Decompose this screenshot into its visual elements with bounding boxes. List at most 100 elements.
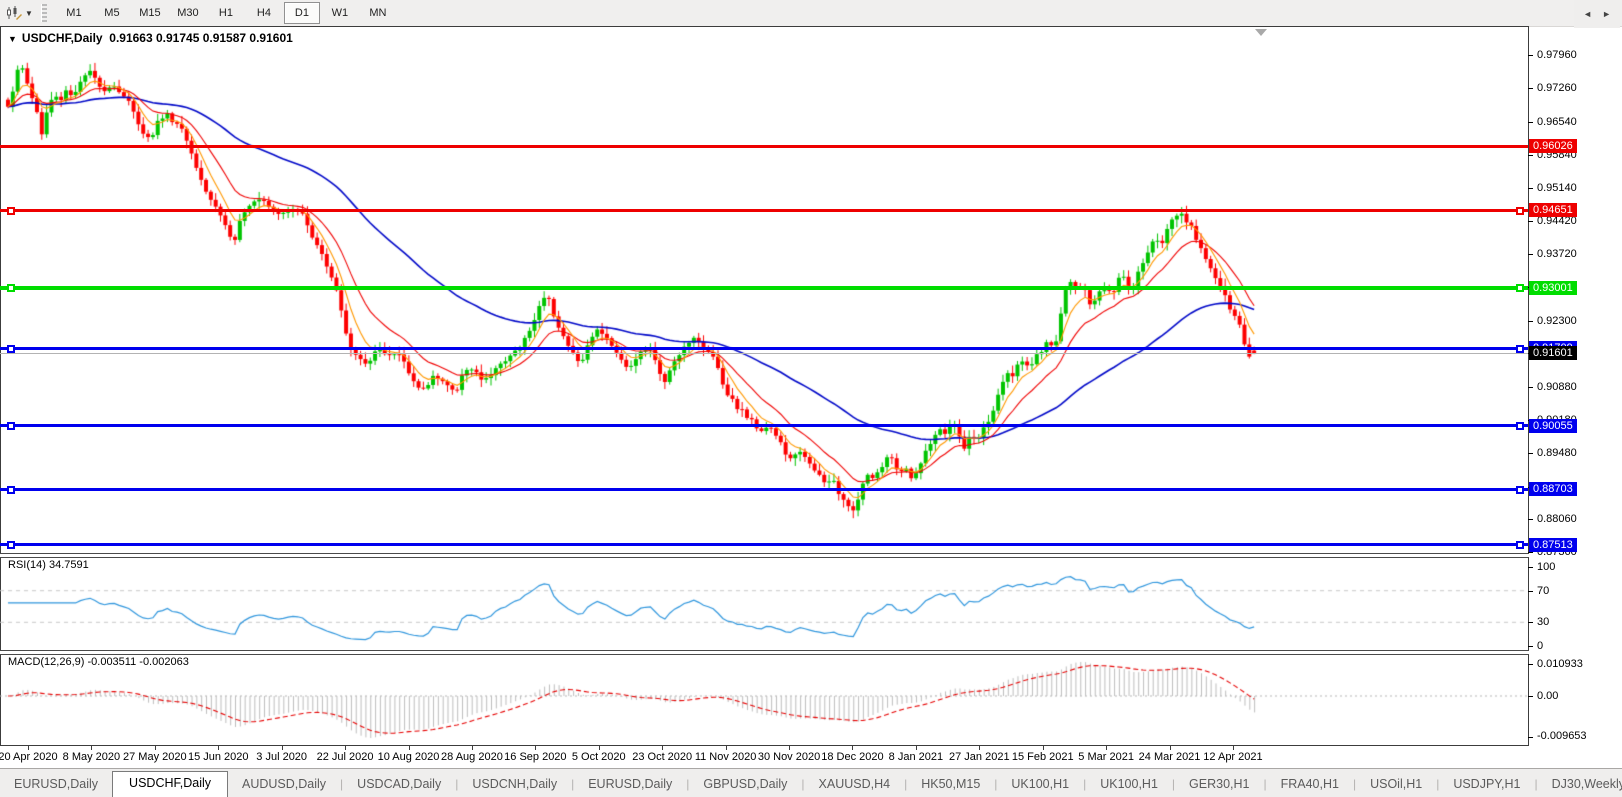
timeframe-button-m15[interactable]: M15: [132, 2, 168, 24]
price-level-line[interactable]: [0, 488, 1528, 491]
tab-usdcad-daily[interactable]: USDCAD,Daily: [343, 773, 455, 797]
chart-tool-dropdown-icon[interactable]: ▼: [25, 9, 33, 18]
level-handle-right[interactable]: [1516, 486, 1524, 494]
level-handle-left[interactable]: [7, 284, 15, 292]
price-level-line[interactable]: [0, 543, 1528, 546]
macd-axis-label: 0.00: [1537, 690, 1558, 702]
price-level-badge: 0.87513: [1529, 538, 1577, 552]
timeframe-button-h1[interactable]: H1: [208, 2, 244, 24]
timeframe-button-m30[interactable]: M30: [170, 2, 206, 24]
trading-terminal: ▼ M1M5M15M30H1H4D1W1MN ▼USDCHF,Daily 0.9…: [0, 0, 1622, 796]
rsi-axis-label: 100: [1537, 561, 1555, 573]
rsi-axis-label: 0: [1537, 640, 1543, 652]
level-handle-right[interactable]: [1516, 345, 1524, 353]
tab-xauusd-h4[interactable]: XAUUSD,H4: [805, 773, 905, 797]
price-level-line[interactable]: [0, 424, 1528, 427]
tab-usdchf-daily[interactable]: USDCHF,Daily: [112, 771, 228, 797]
time-axis-tick: [852, 746, 853, 750]
time-axis-tick: [1233, 746, 1234, 750]
tab-eurusd-daily[interactable]: EURUSD,Daily: [574, 773, 686, 797]
timeframe-button-d1[interactable]: D1: [284, 2, 320, 24]
level-handle-right[interactable]: [1516, 284, 1524, 292]
price-level-badge: 0.94651: [1529, 203, 1577, 217]
time-axis-tick: [726, 746, 727, 750]
level-handle-right[interactable]: [1516, 422, 1524, 430]
rsi-axis-label: 30: [1537, 616, 1549, 628]
level-handle-left[interactable]: [7, 345, 15, 353]
price-axis-tick: [1528, 453, 1533, 454]
tab-uk100-h1[interactable]: UK100,H1: [997, 773, 1083, 797]
candlestick-chart-canvas[interactable]: [0, 27, 1528, 746]
price-level-line[interactable]: [0, 286, 1528, 290]
rsi-axis-tick: [1528, 567, 1533, 568]
time-axis[interactable]: 20 Apr 20208 May 202027 May 202015 Jun 2…: [0, 746, 1622, 768]
macd-signal-value: -0.002063: [139, 656, 189, 668]
tab-eurusd-daily[interactable]: EURUSD,Daily: [0, 773, 112, 797]
time-axis-tick: [472, 746, 473, 750]
chart-shift-marker-icon[interactable]: [1255, 29, 1267, 36]
tab-audusd-daily[interactable]: AUDUSD,Daily: [228, 773, 340, 797]
time-axis-tick: [218, 746, 219, 750]
price-level-line[interactable]: [0, 347, 1528, 350]
timeframe-button-w1[interactable]: W1: [322, 2, 358, 24]
timeframe-button-h4[interactable]: H4: [246, 2, 282, 24]
timeframe-button-m5[interactable]: M5: [94, 2, 130, 24]
timeframe-button-mn[interactable]: MN: [360, 2, 396, 24]
chart-tool-icon[interactable]: [4, 4, 24, 22]
tab-scroll-right-icon[interactable]: ►: [1597, 7, 1616, 21]
macd-axis-tick: [1528, 664, 1533, 665]
level-handle-left[interactable]: [7, 207, 15, 215]
time-axis-tick: [979, 746, 980, 750]
price-axis-label: 0.97960: [1537, 49, 1577, 61]
price-axis-label: 0.93720: [1537, 248, 1577, 260]
macd-main-value: -0.003511: [87, 656, 136, 668]
tab-ger30-h1[interactable]: GER30,H1: [1175, 773, 1263, 797]
price-axis-tick: [1528, 254, 1533, 255]
level-handle-left[interactable]: [7, 422, 15, 430]
level-handle-right[interactable]: [1516, 207, 1524, 215]
macd-label: MACD(12,26,9) -0.003511 -0.002063: [8, 656, 189, 668]
price-axis-tick: [1528, 88, 1533, 89]
price-level-badge: 0.90055: [1529, 419, 1577, 433]
collapse-arrow-icon[interactable]: ▼: [8, 34, 17, 44]
tab-hk50-m15[interactable]: HK50,M15: [907, 773, 994, 797]
price-level-badge: 0.96026: [1529, 139, 1577, 153]
ohlc-values: 0.91663 0.91745 0.91587 0.91601: [109, 31, 293, 45]
level-handle-left[interactable]: [7, 541, 15, 549]
timeframe-button-m1[interactable]: M1: [56, 2, 92, 24]
rsi-axis-tick: [1528, 591, 1533, 592]
time-axis-tick: [916, 746, 917, 750]
tab-gbpusd-daily[interactable]: GBPUSD,Daily: [689, 773, 801, 797]
tab-usdcnh-daily[interactable]: USDCNH,Daily: [458, 773, 571, 797]
tab-scroll-left-icon[interactable]: ◄: [1578, 7, 1597, 21]
tab-usoil-h1[interactable]: USOil,H1: [1356, 773, 1436, 797]
price-axis-tick: [1528, 387, 1533, 388]
tab-uk100-h1[interactable]: UK100,H1: [1086, 773, 1172, 797]
tab-usdjpy-h1[interactable]: USDJPY,H1: [1439, 773, 1534, 797]
macd-axis-label: -0.009653: [1537, 730, 1587, 742]
date-label: 12 Apr 2021: [1187, 751, 1279, 763]
chart-title: ▼USDCHF,Daily 0.91663 0.91745 0.91587 0.…: [8, 31, 293, 45]
macd-axis-tick: [1528, 737, 1533, 738]
price-axis-tick: [1528, 519, 1533, 520]
price-level-line[interactable]: [0, 145, 1528, 148]
time-axis-tick: [1106, 746, 1107, 750]
tab-fra40-h1[interactable]: FRA40,H1: [1267, 773, 1353, 797]
rsi-axis-tick: [1528, 622, 1533, 623]
tab-dj30-weekly[interactable]: DJ30,Weekly: [1538, 773, 1622, 797]
price-axis-tick: [1528, 188, 1533, 189]
time-axis-tick: [599, 746, 600, 750]
timeframe-buttons: M1M5M15M30H1H4D1W1MN: [55, 2, 397, 24]
current-price-line: [0, 353, 1528, 354]
price-level-line[interactable]: [0, 209, 1528, 212]
price-axis-label: 0.92300: [1537, 315, 1577, 327]
level-handle-left[interactable]: [7, 486, 15, 494]
price-axis-label: 0.97260: [1537, 82, 1577, 94]
toolbar-grip-handle[interactable]: [41, 4, 47, 22]
level-handle-right[interactable]: [1516, 541, 1524, 549]
time-axis-tick: [155, 746, 156, 750]
price-axis-label: 0.89480: [1537, 447, 1577, 459]
price-level-badge: 0.93001: [1529, 281, 1577, 295]
time-axis-tick: [789, 746, 790, 750]
price-axis-label: 0.90880: [1537, 381, 1577, 393]
